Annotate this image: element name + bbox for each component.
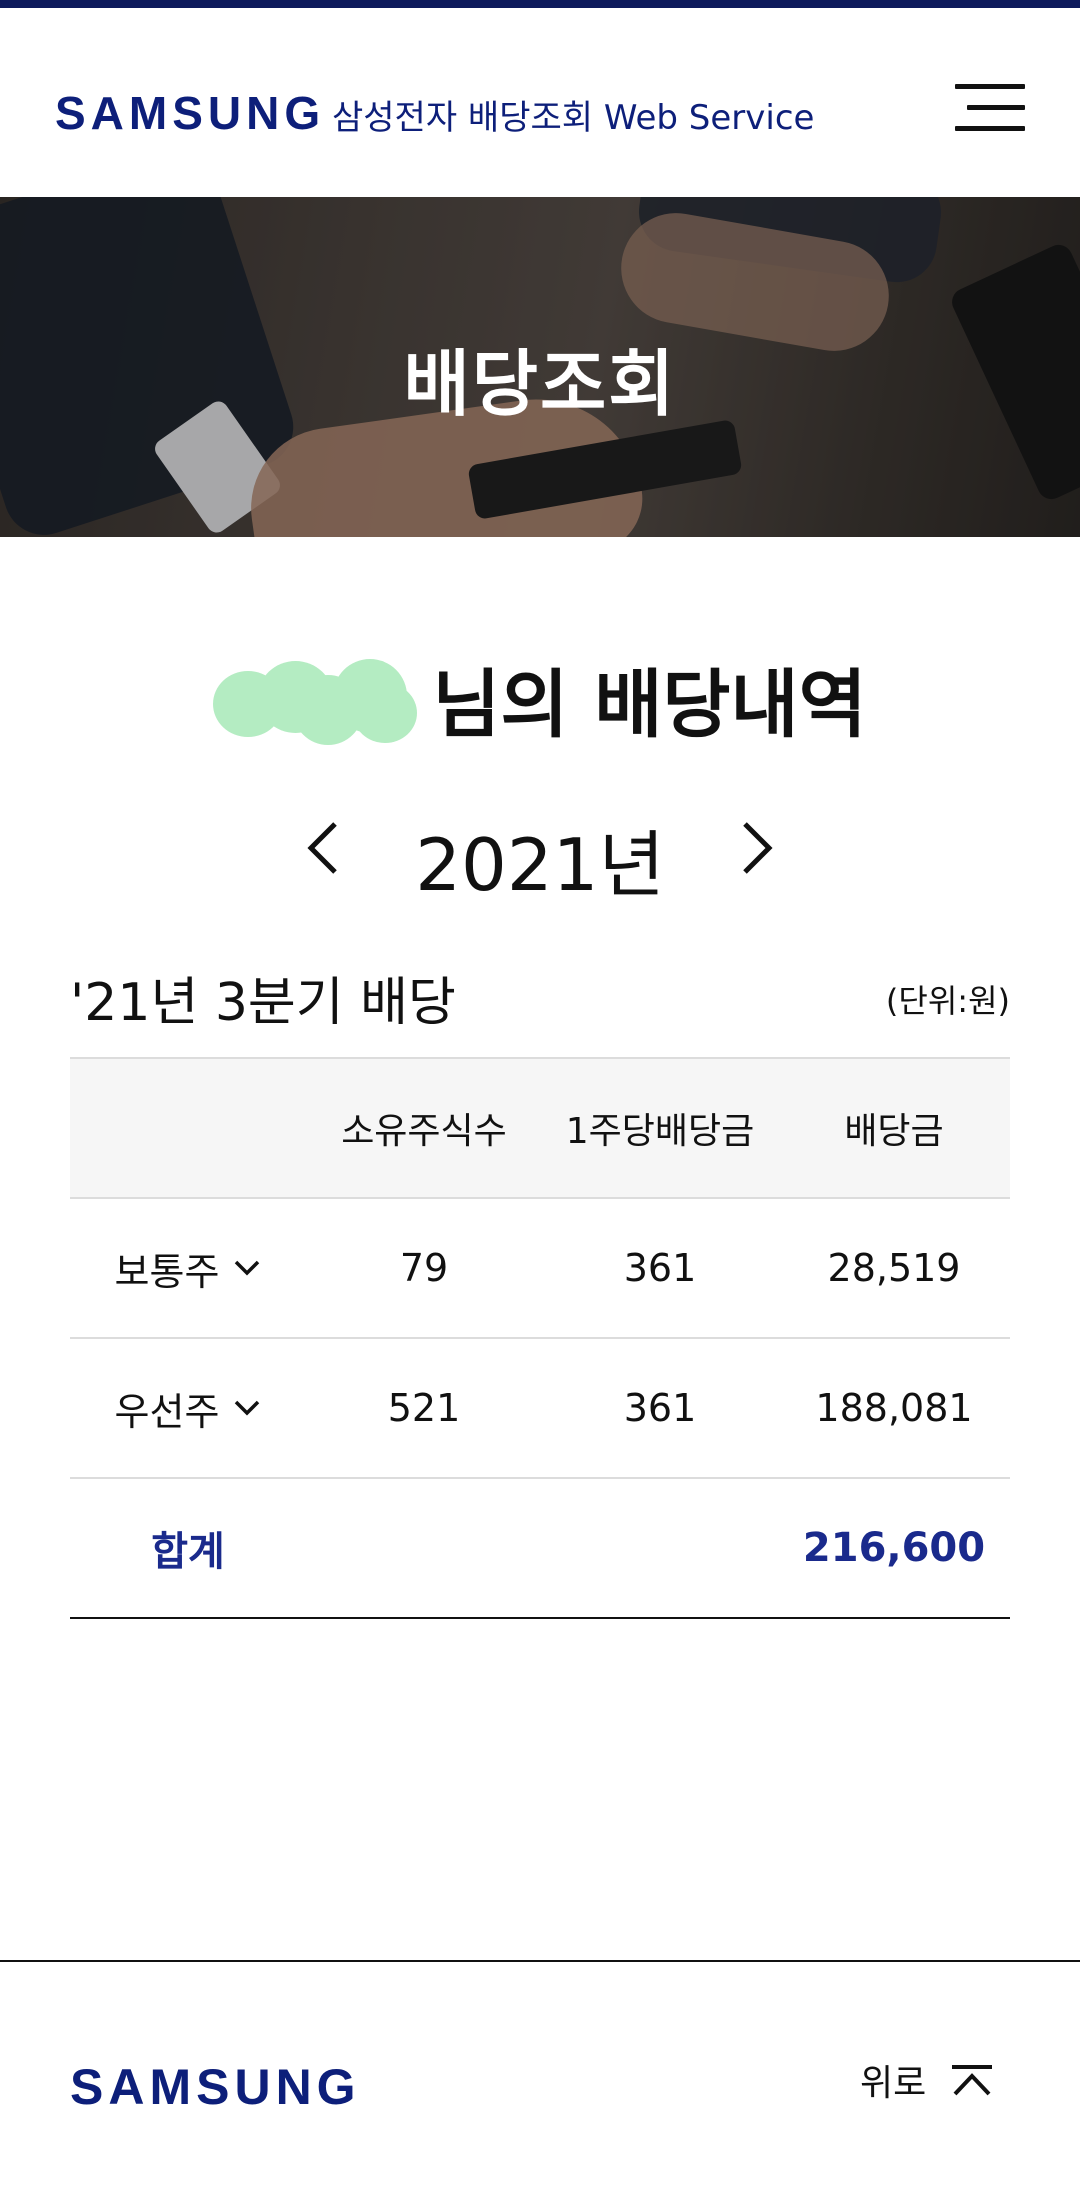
hamburger-menu-icon[interactable] bbox=[955, 84, 1025, 134]
total-row: 합계 216,600 bbox=[70, 1479, 1010, 1619]
chevron-down-icon bbox=[235, 1260, 260, 1276]
row-label: 우선주 bbox=[114, 1389, 220, 1434]
dividend-table: 소유주식수 1주당배당금 배당금 보통주 79 361 28,519 우선주 5… bbox=[70, 1057, 1010, 1619]
footer: SAMSUNG 위로 bbox=[0, 1960, 1080, 2198]
section-title: '21년 3분기 배당 bbox=[70, 973, 456, 1033]
unit-note: (단위:원) bbox=[885, 982, 1010, 1020]
chevron-up-icon bbox=[952, 2065, 993, 2096]
dividend-cell: 28,519 bbox=[827, 1246, 961, 1290]
owner-heading: 님의 배당내역 bbox=[0, 645, 1080, 752]
table-header: 소유주식수 1주당배당금 배당금 bbox=[70, 1057, 1010, 1199]
row-label-cell: 보통주 bbox=[70, 1199, 306, 1337]
header-cell-empty bbox=[70, 1059, 306, 1197]
scroll-to-top-button[interactable]: 위로 bbox=[860, 2054, 994, 2106]
header-subtitle: 삼성전자 배당조회 Web Service bbox=[332, 98, 815, 138]
chevron-down-icon bbox=[235, 1400, 260, 1416]
to-top-label: 위로 bbox=[860, 2063, 927, 2104]
redacted-name bbox=[213, 653, 423, 745]
header-shares: 소유주식수 bbox=[341, 1111, 507, 1152]
total-dividend: 216,600 bbox=[802, 1525, 986, 1571]
year-label: 2021년 bbox=[415, 823, 665, 907]
dividend-cell: 188,081 bbox=[815, 1386, 973, 1430]
common-stock-toggle[interactable]: 보통주 bbox=[115, 1241, 262, 1296]
per-share-cell: 361 bbox=[623, 1246, 697, 1290]
header-per-share: 1주당배당금 bbox=[565, 1111, 755, 1152]
per-share-cell: 361 bbox=[623, 1386, 697, 1430]
footer-samsung-logo: SAMSUNG bbox=[70, 2059, 361, 2115]
row-label-cell: 우선주 bbox=[70, 1339, 306, 1477]
year-navigator: 2021년 bbox=[0, 800, 1080, 907]
row-label: 보통주 bbox=[114, 1249, 220, 1294]
preferred-stock-toggle[interactable]: 우선주 bbox=[115, 1381, 262, 1436]
hero-title: 배당조회 bbox=[403, 342, 677, 426]
top-accent-bar bbox=[0, 0, 1080, 8]
header-dividend: 배당금 bbox=[844, 1111, 944, 1152]
header: SAMSUNG 삼성전자 배당조회 Web Service bbox=[0, 8, 1080, 197]
hero-banner: 배당조회 bbox=[0, 197, 1080, 537]
shares-cell: 79 bbox=[399, 1246, 449, 1290]
total-label: 합계 bbox=[151, 1529, 225, 1575]
table-row: 보통주 79 361 28,519 bbox=[70, 1199, 1010, 1339]
table-row: 우선주 521 361 188,081 bbox=[70, 1339, 1010, 1479]
shares-cell: 521 bbox=[387, 1386, 461, 1430]
chevron-right-icon[interactable] bbox=[725, 818, 785, 878]
samsung-logo[interactable]: SAMSUNG bbox=[55, 86, 325, 140]
owner-title: 님의 배당내역 bbox=[432, 662, 867, 748]
